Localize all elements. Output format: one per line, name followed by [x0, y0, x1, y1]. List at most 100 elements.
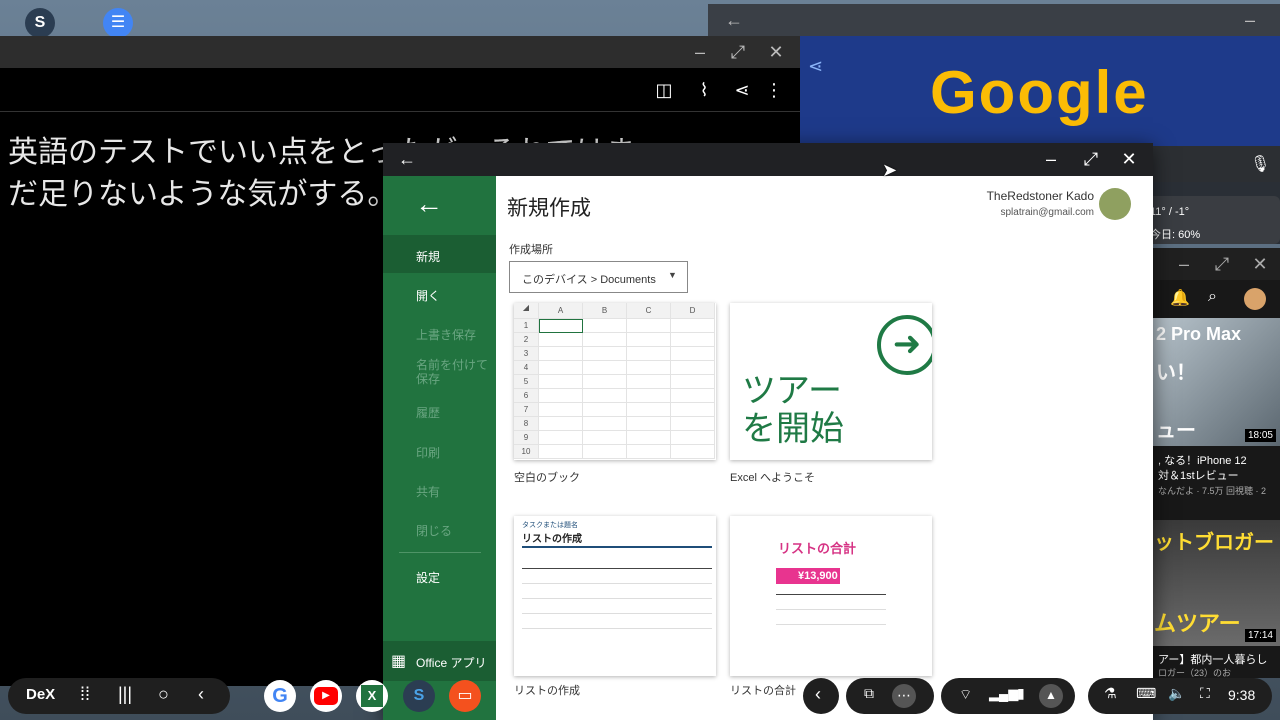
search-icon[interactable]: ⌕ — [1208, 288, 1217, 306]
template-blank-workbook[interactable]: ◢ ABCD 1 2 3 4 5 6 7 8 9 10 — [514, 303, 716, 460]
list-table — [522, 568, 712, 638]
template-total[interactable]: リストの合計 ¥13,900 — [730, 516, 932, 676]
expand-up-icon[interactable]: ▲ — [1039, 684, 1063, 708]
signal-icon: ▂▄▆ — [989, 686, 1019, 701]
video-thumbnail-2[interactable]: ットブロガー ムツアー 17:14 — [1152, 520, 1280, 646]
grid-cell — [539, 347, 583, 361]
avatar[interactable] — [1244, 288, 1266, 310]
video-title-line: 対＆1stレビュー — [1158, 470, 1239, 482]
location-label: 作成場所 — [509, 244, 553, 256]
grid-cell — [671, 333, 715, 347]
close-icon[interactable]: ✕ — [1117, 149, 1141, 173]
home-icon[interactable]: ○ — [158, 684, 169, 705]
user-email: splatrain@gmail.com — [1000, 207, 1094, 218]
grid-corner: ◢ — [514, 303, 539, 319]
back-icon[interactable]: ‹ — [198, 684, 204, 705]
dex-button[interactable]: DeX — [26, 686, 55, 703]
simplenote-desktop-icon[interactable]: S — [25, 8, 55, 38]
template-tour[interactable]: ➜ ツアー を開始 — [730, 303, 932, 460]
minimize-icon[interactable]: – — [1238, 10, 1262, 34]
total-table — [776, 594, 886, 638]
doodle-text: Google — [930, 59, 1149, 126]
close-icon[interactable]: ✕ — [1248, 254, 1272, 278]
sidebar-item-history: 履歴 — [416, 406, 441, 420]
google-doodle[interactable]: ⋖ Google — [800, 36, 1280, 146]
back-arrow-icon[interactable]: ← — [415, 188, 443, 220]
excel-window: ← – ⤢ ✕ ← 新規 開く 上書き保存 名前を付けて保存 履歴 印刷 共有 … — [383, 143, 1153, 720]
split-view-icon[interactable]: ◫ — [652, 80, 676, 104]
thumbnail-bottom-text: ュー — [1156, 420, 1196, 442]
grid-cell — [583, 375, 627, 389]
grid-cell — [627, 347, 671, 361]
grid-cell — [539, 375, 583, 389]
video-thumbnail-1[interactable]: 2 Pro Max い！ ュー 18:05 — [1152, 318, 1280, 446]
list-subtitle: タスクまたは題名 — [522, 522, 578, 529]
excel-x-icon: X — [361, 685, 383, 707]
sidebar-item-share: 共有 — [416, 485, 441, 499]
grid-cell — [539, 431, 583, 445]
grid-row-header: 5 — [514, 375, 539, 389]
back-button-pill[interactable]: ‹ — [803, 678, 839, 714]
keyboard-icon[interactable]: ⌨ — [1136, 685, 1156, 702]
minimize-icon[interactable]: – — [688, 42, 712, 66]
back-icon[interactable]: ← — [395, 149, 419, 173]
minimize-icon[interactable]: – — [1039, 149, 1063, 173]
notifications-icon[interactable]: 🔔 — [1170, 288, 1190, 308]
thumbnail-bottom-text: ムツアー — [1154, 611, 1241, 636]
apps-grid-icon[interactable]: ⁞⁞ — [80, 684, 90, 705]
grid-cell — [627, 403, 671, 417]
simplenote-app-icon[interactable]: S — [403, 680, 435, 712]
window-icon[interactable]: ⧉ — [864, 685, 874, 702]
back-icon[interactable]: ← — [722, 10, 746, 34]
video-meta: なんだよ · 7.5万 回視聴 · 2 — [1158, 486, 1267, 496]
more-icon[interactable]: ⋯ — [892, 684, 916, 708]
thumbnail-subtext: い！ — [1156, 362, 1196, 384]
sidebar-item-settings[interactable]: 設定 — [416, 569, 440, 586]
location-dropdown[interactable]: このデバイス > Documents ▼ — [509, 261, 688, 293]
weather-rain: 今日: 60% — [1150, 229, 1201, 241]
maximize-icon[interactable]: ⤢ — [726, 42, 750, 66]
grid-cell — [583, 445, 627, 459]
sidebar-item-open[interactable]: 開く — [416, 287, 440, 304]
grid-cell — [539, 333, 583, 347]
video-title-1[interactable]: , なる！iPhone 12 対＆1stレビュー なんだよ · 7.5万 回視聴… — [1158, 454, 1280, 499]
recents-icon[interactable]: ||| — [118, 684, 132, 705]
clock[interactable]: 9:38 — [1228, 687, 1255, 703]
google-app-icon[interactable]: G — [264, 680, 296, 712]
lab-icon[interactable]: ⚗ — [1104, 685, 1117, 702]
grid-row-header: 6 — [514, 389, 539, 403]
mic-icon[interactable]: 🎙 — [1250, 154, 1270, 174]
more-options-icon[interactable]: ⋮ — [762, 80, 786, 104]
avatar[interactable] — [1099, 188, 1131, 220]
share-icon[interactable]: ⋖ — [808, 56, 823, 77]
maximize-icon[interactable]: ⤢ — [1210, 254, 1234, 278]
screenshot-icon[interactable]: ⛶ — [1200, 685, 1210, 702]
share-icon[interactable]: ⋖ — [730, 80, 754, 104]
excel-app-icon[interactable]: X — [356, 680, 388, 712]
youtube-app-icon[interactable]: ▶ — [310, 680, 342, 712]
template-blank-label: 空白のブック — [514, 472, 580, 484]
grid-column-header: C — [627, 303, 671, 319]
docs-desktop-icon[interactable]: ☰ — [103, 8, 133, 38]
grid-cell — [627, 375, 671, 389]
grid-cell — [539, 361, 583, 375]
volume-icon[interactable]: 🔈 — [1168, 685, 1185, 702]
video-title-line: , なる！iPhone 12 — [1158, 455, 1247, 467]
template-list[interactable]: タスクまたは題名 リストの作成 — [514, 516, 716, 676]
browser-title-bar: ← – — [708, 4, 1280, 36]
new-document-pane: 新規作成 TheRedstoner Kado splatrain@gmail.c… — [496, 176, 1153, 720]
list-heading-rule — [522, 546, 712, 548]
minimize-icon[interactable]: – — [1172, 254, 1196, 278]
app-switch-pill: ⧉ ⋯ — [846, 678, 934, 714]
weather-card[interactable]: 11° / -1° 今日: 60% — [1144, 196, 1280, 244]
close-icon[interactable]: ✕ — [764, 42, 788, 66]
maximize-icon[interactable]: ⤢ — [1079, 149, 1103, 173]
grid-cell — [627, 389, 671, 403]
total-amount-box: ¥13,900 — [776, 568, 840, 584]
grid-row-header: 8 — [514, 417, 539, 431]
attachment-icon[interactable]: ⌇ — [692, 80, 716, 104]
slides-app-icon[interactable]: ▭ — [449, 680, 481, 712]
excel-sidebar: ← 新規 開く 上書き保存 名前を付けて保存 履歴 印刷 共有 閉じる 設定 ▦… — [383, 176, 496, 720]
grid-row-header: 9 — [514, 431, 539, 445]
template-tour-label: Excel へようこそ — [730, 472, 815, 484]
